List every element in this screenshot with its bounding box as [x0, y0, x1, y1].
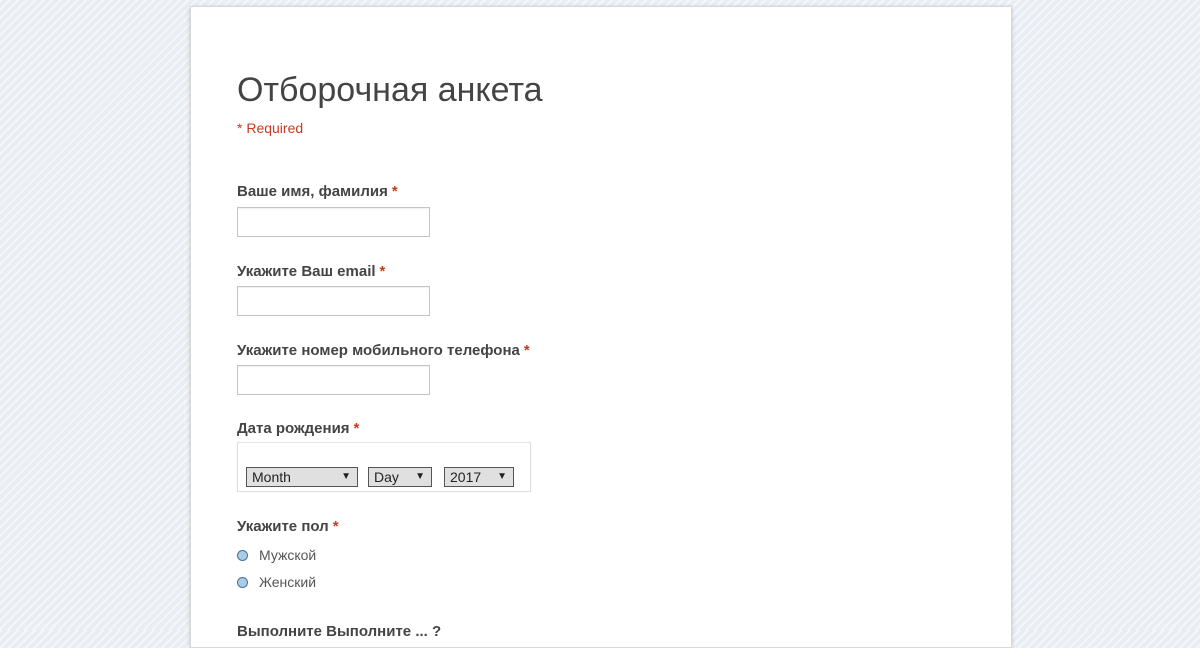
- required-note: * Required: [237, 120, 304, 136]
- radio-button-male[interactable]: [237, 550, 248, 561]
- email-input[interactable]: [237, 286, 430, 316]
- question-phone-text: Укажите номер мобильного телефона: [237, 342, 520, 359]
- question-name-label: Ваше имя, фамилия *: [237, 183, 398, 200]
- form-card: Отборочная анкета * Required Ваше имя, ф…: [190, 6, 1012, 648]
- day-select[interactable]: Day ▼: [368, 467, 432, 487]
- required-star: *: [523, 342, 530, 359]
- question-email-text: Укажите Ваш email: [237, 263, 376, 280]
- required-star: *: [332, 518, 339, 535]
- radio-button-female[interactable]: [237, 577, 248, 588]
- gender-option-label: Мужской: [259, 547, 317, 563]
- required-star: *: [391, 183, 398, 200]
- chevron-down-icon: ▼: [497, 471, 507, 482]
- question-birthdate-text: Дата рождения: [237, 420, 350, 437]
- required-star: *: [353, 420, 360, 437]
- question-name-text: Ваше имя, фамилия: [237, 183, 388, 200]
- month-select[interactable]: Month ▼: [246, 467, 358, 487]
- year-select-value: 2017: [450, 469, 482, 485]
- question-email-label: Укажите Ваш email *: [237, 263, 385, 280]
- gender-option-label: Женский: [259, 574, 317, 590]
- month-select-value: Month: [252, 469, 291, 485]
- required-star: *: [379, 263, 386, 280]
- question-gender-text: Укажите пол: [237, 518, 329, 535]
- phone-input[interactable]: [237, 365, 430, 395]
- chevron-down-icon: ▼: [415, 471, 425, 482]
- form-title: Отборочная анкета: [237, 71, 543, 109]
- year-select[interactable]: 2017 ▼: [444, 467, 514, 487]
- question-phone-label: Укажите номер мобильного телефона *: [237, 342, 530, 359]
- birthdate-field: Month ▼ Day ▼ 2017 ▼: [237, 442, 531, 492]
- name-input[interactable]: [237, 207, 430, 237]
- question-birthdate-label: Дата рождения *: [237, 420, 359, 437]
- question-next-label-partial: Выполните Выполните ... ?: [237, 623, 442, 640]
- chevron-down-icon: ▼: [341, 471, 351, 482]
- question-gender-label: Укажите пол *: [237, 518, 339, 535]
- day-select-value: Day: [374, 469, 399, 485]
